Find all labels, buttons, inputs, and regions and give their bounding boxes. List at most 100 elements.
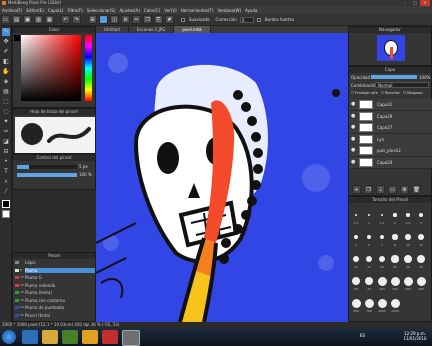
menu-ajustes[interactable]: Ajustes(A)	[118, 8, 142, 13]
brush-size-dot[interactable]	[417, 255, 425, 263]
brush-size-dot[interactable]	[406, 213, 410, 217]
menu-seleccionar[interactable]: Seleccionar(S)	[85, 8, 118, 13]
grid-icon[interactable]: ▦	[45, 15, 54, 24]
delete-layer-icon[interactable]: 🗑	[412, 185, 421, 194]
taskbar-chrome-icon[interactable]	[82, 330, 98, 344]
save-icon[interactable]: ▣	[23, 15, 32, 24]
canvas-tab-pixel[interactable]: pixel.mbk	[174, 26, 211, 33]
brush-item[interactable]: 8 Pluma	[15, 267, 95, 273]
menu-ayuda[interactable]: Ayuda	[243, 8, 259, 13]
menu-filtro[interactable]: Filtro(F)	[65, 8, 84, 13]
bordes-checkbox[interactable]	[256, 17, 261, 22]
brush-size-dot[interactable]	[405, 234, 411, 240]
new-file-icon[interactable]: ▭	[1, 15, 10, 24]
brush-item[interactable]: 10 Pluma de punteado	[15, 305, 95, 310]
eye-icon[interactable]: ●	[351, 125, 356, 130]
duplicate-layer-icon[interactable]: ❐	[364, 185, 373, 194]
layer-item[interactable]: ● Capa27	[349, 122, 432, 134]
brush-item[interactable]: 30 Pluma con contorno	[15, 298, 95, 303]
brush-size-dot[interactable]	[353, 234, 359, 240]
brush-size-dot[interactable]	[378, 255, 386, 263]
brush-item[interactable]: Lápiz	[15, 260, 95, 265]
brush-size-dot[interactable]	[380, 213, 384, 217]
magic-wand-icon[interactable]: ✦	[2, 118, 10, 126]
zoom-tool-icon[interactable]: ⌕	[2, 178, 10, 186]
eye-icon[interactable]: ●	[351, 148, 356, 153]
fill-tool-icon[interactable]: ◈	[2, 78, 10, 86]
brush-item[interactable]: 15 Pluma G	[15, 275, 95, 280]
paste-icon[interactable]: ⎘	[154, 15, 163, 24]
layer-item[interactable]: ● Capa24	[349, 156, 432, 169]
deselect-icon[interactable]: ⊘	[121, 15, 130, 24]
taskbar-ie-icon[interactable]	[22, 330, 38, 344]
layer-item[interactable]: ● cyn	[349, 133, 432, 146]
eye-icon[interactable]: ●	[351, 159, 356, 165]
language-indicator[interactable]: ES	[360, 333, 365, 338]
correccion-input[interactable]: 0	[239, 16, 254, 23]
brush-size-dot[interactable]	[379, 234, 385, 240]
taskbar-app-icon[interactable]	[102, 330, 118, 344]
brush-size-dot[interactable]	[418, 234, 424, 240]
brush-size-slider[interactable]	[17, 165, 77, 169]
layer-item[interactable]: ● Capa31	[349, 99, 432, 111]
transform-icon[interactable]: ⊞	[88, 15, 97, 24]
menu-capa[interactable]: Capa(L)	[46, 8, 66, 13]
brush-size-dot[interactable]	[416, 276, 426, 286]
eye-icon[interactable]: ●	[351, 113, 356, 119]
brush-size-dot[interactable]	[365, 255, 373, 263]
undo-icon[interactable]: ↶	[61, 15, 70, 24]
taskbar-medibang-icon[interactable]	[122, 330, 140, 346]
eyedropper-icon[interactable]: ⁄	[2, 188, 10, 196]
open-file-icon[interactable]: ▤	[12, 15, 21, 24]
text-tool-icon[interactable]: T	[2, 168, 10, 176]
move-tool-icon[interactable]: ✥	[2, 38, 10, 46]
layer-settings-icon[interactable]: ⚙	[400, 185, 409, 194]
layer-item[interactable]: ● puls_pinch2	[349, 145, 432, 157]
navigator-thumbnail[interactable]	[377, 35, 405, 61]
brush-size-dot[interactable]	[377, 276, 387, 286]
brush-size-dot[interactable]	[392, 234, 398, 240]
eye-icon[interactable]: ●	[351, 136, 356, 142]
menu-archivo[interactable]: Archivo(F)	[0, 8, 24, 13]
eraser-tool-icon[interactable]: ◧	[2, 58, 10, 66]
brush-item[interactable]: 30 Pincel (tinta)	[15, 313, 95, 318]
brush-size-dot[interactable]	[377, 298, 387, 308]
brush-size-dot[interactable]	[390, 298, 400, 308]
selection-invert-icon[interactable]: ◫	[110, 15, 119, 24]
color-saturation-field[interactable]	[21, 35, 81, 101]
protect-alpha-checkbox[interactable]: ☐ Proteger alfa	[351, 91, 378, 95]
select-tool-icon[interactable]: ⬚	[2, 98, 10, 106]
brush-tool-icon[interactable]: ✐	[2, 48, 10, 56]
brush-size-dot[interactable]	[404, 255, 412, 263]
brush-size-dot[interactable]	[351, 276, 361, 286]
hue-slider[interactable]	[85, 35, 92, 101]
menu-ventana[interactable]: Ventana(W)	[216, 8, 244, 13]
selection-rect-icon[interactable]: ▢	[99, 15, 108, 24]
clock[interactable]: 12:29 p.m. 11/01/2016	[400, 331, 430, 341]
eye-icon[interactable]: ●	[351, 102, 356, 107]
layer-item[interactable]: ● Capa29	[349, 110, 432, 123]
snap-icon[interactable]: #	[165, 15, 174, 24]
lock-checkbox[interactable]: ☐ Bloquear	[403, 91, 423, 95]
canvas-tab-untitled[interactable]: Untitled	[96, 26, 129, 33]
dot-tool-icon[interactable]: •	[2, 158, 10, 166]
copy-icon[interactable]: ❐	[143, 15, 152, 24]
canvas-area[interactable]: Untitled Escaneo 1.JPG pixel.mbk	[96, 26, 348, 322]
taskbar-media-icon[interactable]	[62, 330, 78, 344]
select-pen-icon[interactable]: ✑	[2, 128, 10, 136]
brush-size-dot[interactable]	[367, 213, 371, 217]
artwork-canvas[interactable]	[96, 33, 348, 322]
brush-size-dot[interactable]	[351, 298, 361, 308]
foreground-color-swatch[interactable]	[2, 200, 10, 208]
select-eraser-icon[interactable]: ◪	[2, 138, 10, 146]
merge-layer-icon[interactable]: ⇣	[376, 185, 385, 194]
clipping-checkbox[interactable]: ☐ Recortar	[381, 91, 400, 95]
menu-herramientas[interactable]: Herramientas(T)	[179, 8, 216, 13]
divide-tool-icon[interactable]: ⊟	[2, 148, 10, 156]
layer-opacity-slider[interactable]	[371, 75, 417, 79]
cut-icon[interactable]: ✂	[132, 15, 141, 24]
brush-size-dot[interactable]	[419, 213, 423, 217]
brush-opacity-slider[interactable]	[17, 173, 77, 177]
brush-size-dot[interactable]	[393, 213, 397, 217]
brush-size-dot[interactable]	[355, 214, 357, 216]
